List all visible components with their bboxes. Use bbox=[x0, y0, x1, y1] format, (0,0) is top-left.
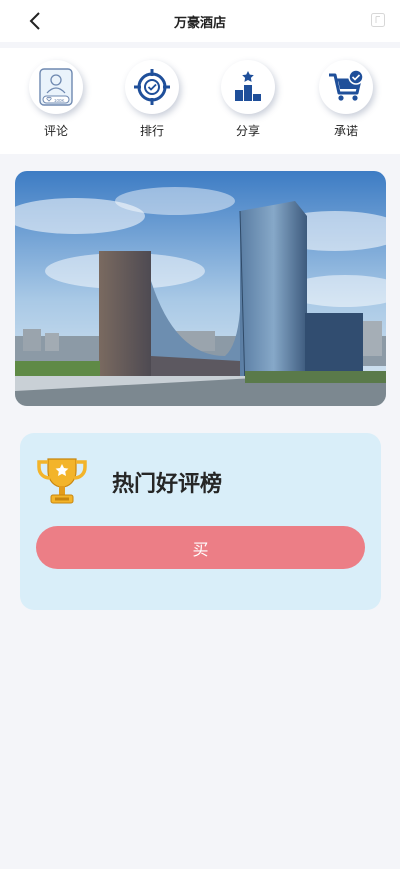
menu-label-share: 分享 bbox=[235, 124, 260, 138]
hotel-photo bbox=[15, 171, 386, 406]
review-icon: 100K bbox=[39, 68, 73, 106]
menu-label-review: 评论 bbox=[43, 124, 68, 138]
menu-label-ranking: 排行 bbox=[139, 124, 164, 138]
page: 万豪酒店 100K 评论 排行 分享 承诺 热门好评榜 买 bbox=[0, 0, 400, 869]
cart-icon-circle bbox=[319, 60, 373, 114]
trophy-icon bbox=[37, 458, 87, 504]
page-title: 万豪酒店 bbox=[173, 15, 226, 31]
menu-item-ranking[interactable]: 排行 bbox=[112, 60, 192, 150]
top-reviews-card: 热门好评榜 买 bbox=[20, 433, 381, 610]
menu-item-share[interactable]: 分享 bbox=[208, 60, 288, 150]
podium-icon bbox=[235, 71, 261, 101]
chevron-left-icon bbox=[29, 12, 40, 30]
cart-check-icon bbox=[329, 69, 364, 101]
card-title: 热门好评榜 bbox=[112, 472, 223, 497]
menu-label-promise: 承诺 bbox=[333, 124, 358, 138]
header-bar: 万豪酒店 bbox=[0, 0, 400, 42]
buy-button[interactable]: 买 bbox=[36, 526, 365, 569]
review-badge: 100K bbox=[54, 98, 65, 103]
target-icon bbox=[134, 69, 170, 105]
quick-menu: 100K 评论 排行 分享 承诺 bbox=[0, 48, 400, 154]
menu-item-review[interactable]: 100K 评论 bbox=[16, 60, 96, 150]
hotel-banner-image[interactable] bbox=[15, 171, 386, 406]
menu-item-promise[interactable]: 承诺 bbox=[306, 60, 386, 150]
back-button[interactable] bbox=[22, 8, 48, 34]
target-icon-circle bbox=[125, 60, 179, 114]
podium-icon-circle bbox=[221, 60, 275, 114]
review-icon-circle: 100K bbox=[29, 60, 83, 114]
doc-icon[interactable] bbox=[370, 12, 386, 28]
